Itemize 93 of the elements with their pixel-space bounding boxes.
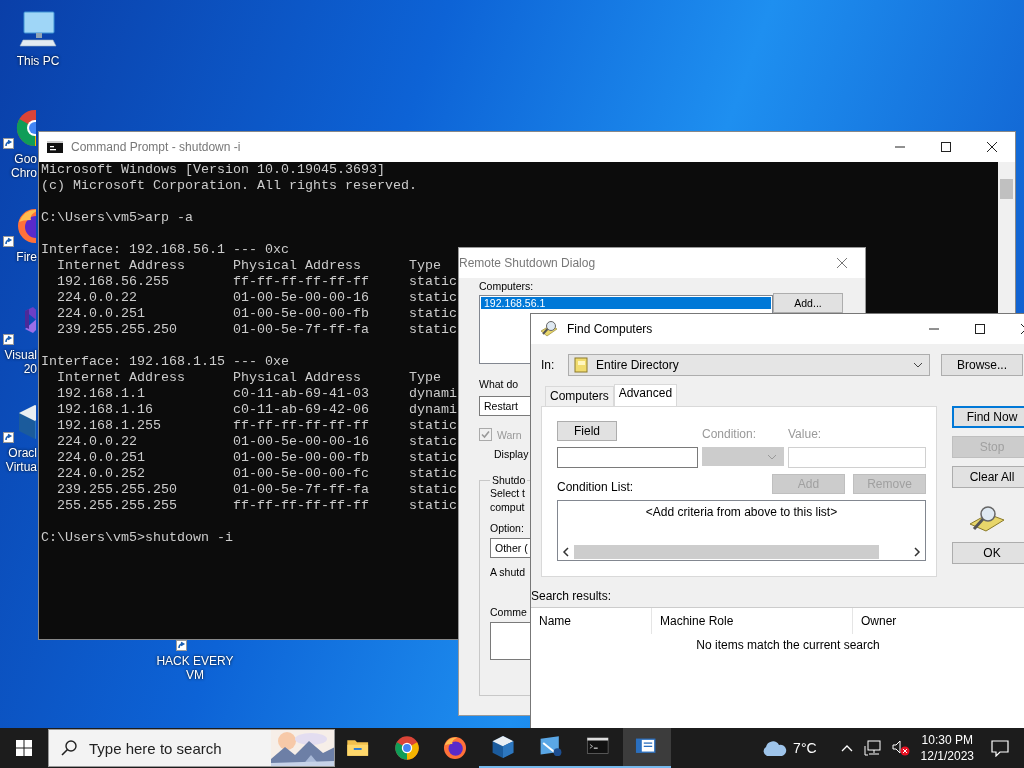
icon-label[interactable]: This PC [16, 54, 60, 68]
icon-label[interactable]: Virtua [0, 460, 37, 474]
network-icon[interactable] [863, 740, 882, 756]
icon-label[interactable]: Fire [0, 250, 37, 264]
chevron-left-icon[interactable] [562, 547, 570, 557]
console-line: Interface: 192.168.1.15 --- 0xe [41, 354, 289, 370]
field-label: Condition: [702, 427, 758, 441]
maximize-button[interactable] [973, 322, 987, 336]
empty-message: No items match the current search [695, 637, 881, 652]
console-line: 192.168.1.255 ff-ff-ff-ff-ff-ff static [56, 418, 457, 434]
console-line: Interface: 192.168.56.1 --- 0xc [41, 242, 289, 258]
search-box[interactable]: Type here to search [48, 729, 335, 767]
console-line: 224.0.0.251 01-00-5e-00-00-fb static [56, 306, 457, 322]
magnifier-book-icon [539, 319, 559, 339]
console-line: 224.0.0.22 01-00-5e-00-00-16 static [56, 434, 457, 450]
field-label: In: [541, 358, 556, 372]
add-button[interactable]: Add... [773, 293, 843, 313]
field-label: Value: [788, 427, 823, 441]
dialog-button[interactable]: OK [952, 542, 1024, 564]
console-line: C:\Users\vm5>shutdown -i [41, 530, 233, 546]
checkbox-label: Warn [497, 428, 522, 441]
value-input[interactable] [788, 447, 926, 468]
console-line: 192.168.1.16 c0-11-ab-69-42-06 dynami [56, 402, 457, 418]
icon-label[interactable]: HACK EVERY [156, 654, 234, 668]
field-label: Computers: [479, 280, 534, 292]
search-icon [61, 740, 77, 756]
field-label: Comme [490, 606, 527, 618]
location-dropdown[interactable]: Entire Directory [568, 354, 930, 376]
console-line: 255.255.255.255 ff-ff-ff-ff-ff-ff static [56, 498, 457, 514]
dialog-button[interactable]: Clear All [952, 466, 1024, 488]
speaker-muted-icon[interactable] [891, 740, 910, 756]
console-line: (c) Microsoft Corporation. All rights reserved. [41, 178, 417, 194]
temperature[interactable]: 7°C [793, 740, 817, 756]
window-title: Remote Shutdown Dialog [459, 256, 596, 270]
icon-label[interactable]: Goo [0, 152, 37, 166]
column-header[interactable]: Name [531, 608, 652, 634]
round-logo-icon [394, 735, 420, 761]
chevron-down-icon [767, 453, 777, 460]
section-label: Search results: [531, 588, 613, 605]
tab[interactable]: Advanced [613, 384, 678, 406]
window-title: Command Prompt - shutdown -i [71, 140, 241, 154]
column-header[interactable]: Owner [853, 608, 905, 634]
close-button[interactable] [985, 140, 999, 154]
tab[interactable]: Computers [545, 386, 614, 406]
chevron-down-icon [913, 362, 923, 368]
console-line: 192.168.56.255 ff-ff-ff-ff-ff-ff static [56, 274, 457, 290]
console-line: Internet Address Physical Address Type [56, 370, 441, 386]
field-input[interactable] [557, 447, 698, 468]
condition-list[interactable]: <Add criteria from above to this list> [557, 500, 926, 561]
window-title: Find Computers [567, 322, 653, 336]
clock-date[interactable]: 12/1/2023 [920, 748, 974, 764]
flame-globe-icon [442, 735, 468, 761]
directory-icon [573, 357, 589, 373]
icon-label[interactable]: Oracl [0, 446, 37, 460]
console-line: 224.0.0.251 01-00-5e-00-00-fb static [56, 450, 457, 466]
console-line: 192.168.1.1 c0-11-ab-69-41-03 dynami [56, 386, 457, 402]
field-button[interactable]: Field [557, 421, 617, 441]
console-icon [47, 141, 63, 153]
search-field[interactable]: Type here to search [87, 738, 271, 758]
icon-label[interactable]: 20 [0, 362, 37, 376]
cube-icon [490, 734, 516, 760]
clock-time[interactable]: 10:30 PM [920, 732, 974, 748]
icon-label[interactable]: Visual [0, 348, 37, 362]
chevron-right-icon[interactable] [913, 547, 921, 557]
field-label: Display [494, 448, 529, 460]
column-header[interactable]: Machine Role [652, 608, 853, 634]
computer-icon[interactable] [18, 10, 58, 50]
notification-icon[interactable] [990, 739, 1010, 757]
console-line: 239.255.255.250 01-00-5e-7f-ff-fa static [56, 482, 457, 498]
description-text: A shutd [490, 566, 526, 578]
windows-logo-icon [16, 740, 32, 756]
browse-button[interactable]: Browse... [941, 354, 1023, 376]
console-line: 224.0.0.252 01-00-5e-00-00-fc static [56, 466, 457, 482]
maximize-button[interactable] [939, 140, 953, 154]
console-line: C:\Users\vm5>arp -a [41, 210, 193, 226]
description-text: Select t [490, 486, 526, 500]
dialog-button[interactable]: Find Now [952, 406, 1024, 428]
console-line: 224.0.0.22 01-00-5e-00-00-16 static [56, 290, 457, 306]
list-item[interactable]: 192.168.56.1 [481, 297, 771, 309]
placeholder-text: <Add criteria from above to this list> [644, 504, 839, 521]
console-line: 239.255.255.250 01-00-5e-7f-ff-fa static [56, 322, 457, 338]
group-title: Shutdo [491, 474, 527, 486]
icon-label[interactable]: Chro [0, 166, 37, 180]
description-text: comput [490, 500, 525, 514]
console-line: Microsoft Windows [Version 10.0.19045.3693] [41, 162, 385, 178]
field-label: Option: [490, 522, 524, 534]
cloud-icon[interactable] [761, 739, 788, 757]
taskbar-button[interactable] [623, 728, 671, 768]
icon-label[interactable]: VM [186, 668, 204, 682]
field-label: Condition List: [557, 480, 635, 494]
field-label: What do [479, 378, 519, 390]
chevron-up-icon[interactable] [839, 743, 854, 753]
console-line: Internet Address Physical Address Type [56, 258, 441, 274]
